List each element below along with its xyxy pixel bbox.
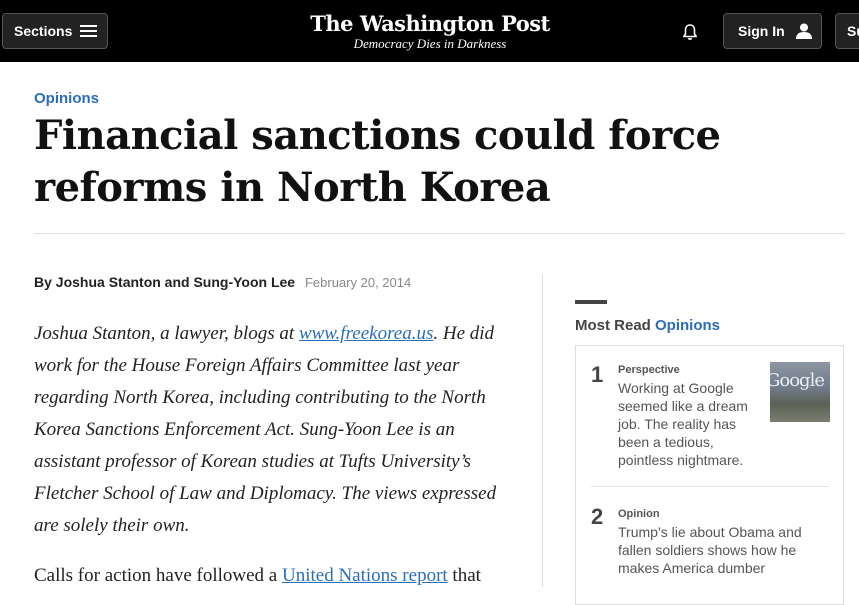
bio-text-start: Joshua Stanton, a lawyer, blogs at: [34, 323, 299, 344]
rank-number: 2: [591, 504, 604, 529]
item-headline[interactable]: Working at Google seemed like a dream jo…: [618, 379, 758, 469]
site-logo[interactable]: The Washington Post Democracy Dies in Da…: [300, 12, 560, 52]
paragraph-text-start: Calls for action have followed a: [34, 565, 282, 586]
column-divider: [542, 274, 543, 587]
most-read-heading: Most Read Opinions: [575, 317, 720, 334]
article-paragraph: Calls for action have followed a United …: [34, 560, 514, 592]
un-report-link[interactable]: United Nations report: [282, 565, 448, 586]
sign-in-label: Sign In: [738, 23, 785, 39]
most-read-accent-bar: [575, 300, 607, 304]
logo-name: The Washington Post: [310, 11, 550, 36]
item-headline[interactable]: Trump’s lie about Obama and fallen soldi…: [618, 523, 828, 577]
byline: By Joshua Stanton and Sung-Yoon Lee Febr…: [34, 274, 411, 290]
most-read-section[interactable]: Opinions: [655, 317, 720, 334]
hamburger-icon: [80, 22, 98, 40]
item-label: Opinion: [618, 508, 660, 520]
item-label: Perspective: [618, 364, 680, 376]
rank-number: 1: [591, 362, 604, 387]
subscribe-label: Subscribe: [847, 23, 859, 39]
item-separator: [591, 486, 829, 487]
section-kicker[interactable]: Opinions: [34, 90, 99, 107]
article-thumbnail[interactable]: Google: [770, 362, 830, 422]
byline-authors[interactable]: By Joshua Stanton and Sung-Yoon Lee: [34, 274, 295, 290]
freekorea-link[interactable]: www.freekorea.us: [299, 323, 433, 344]
top-navigation-bar: Sections The Washington Post Democracy D…: [0, 0, 859, 62]
subscribe-button[interactable]: Subscribe: [835, 13, 859, 49]
thumbnail-sign-text: Google: [770, 370, 825, 391]
user-icon: [795, 23, 812, 39]
sections-label: Sections: [14, 23, 73, 39]
most-read-title: Most Read: [575, 317, 651, 334]
header-divider: [34, 233, 845, 234]
author-bio: Joshua Stanton, a lawyer, blogs at www.f…: [34, 318, 514, 542]
notification-bell-icon[interactable]: [680, 22, 700, 42]
bio-text-end: . He did work for the House Foreign Affa…: [34, 323, 497, 536]
most-read-list: 1 Perspective Working at Google seemed l…: [575, 345, 844, 605]
article-headline: Financial sanctions could force reforms …: [34, 112, 721, 211]
paragraph-text-end: that: [447, 565, 481, 586]
sign-in-button[interactable]: Sign In: [723, 13, 822, 49]
sections-menu-button[interactable]: Sections: [2, 13, 108, 49]
publish-date: February 20, 2014: [304, 275, 412, 290]
logo-tagline: Democracy Dies in Darkness: [353, 36, 507, 51]
